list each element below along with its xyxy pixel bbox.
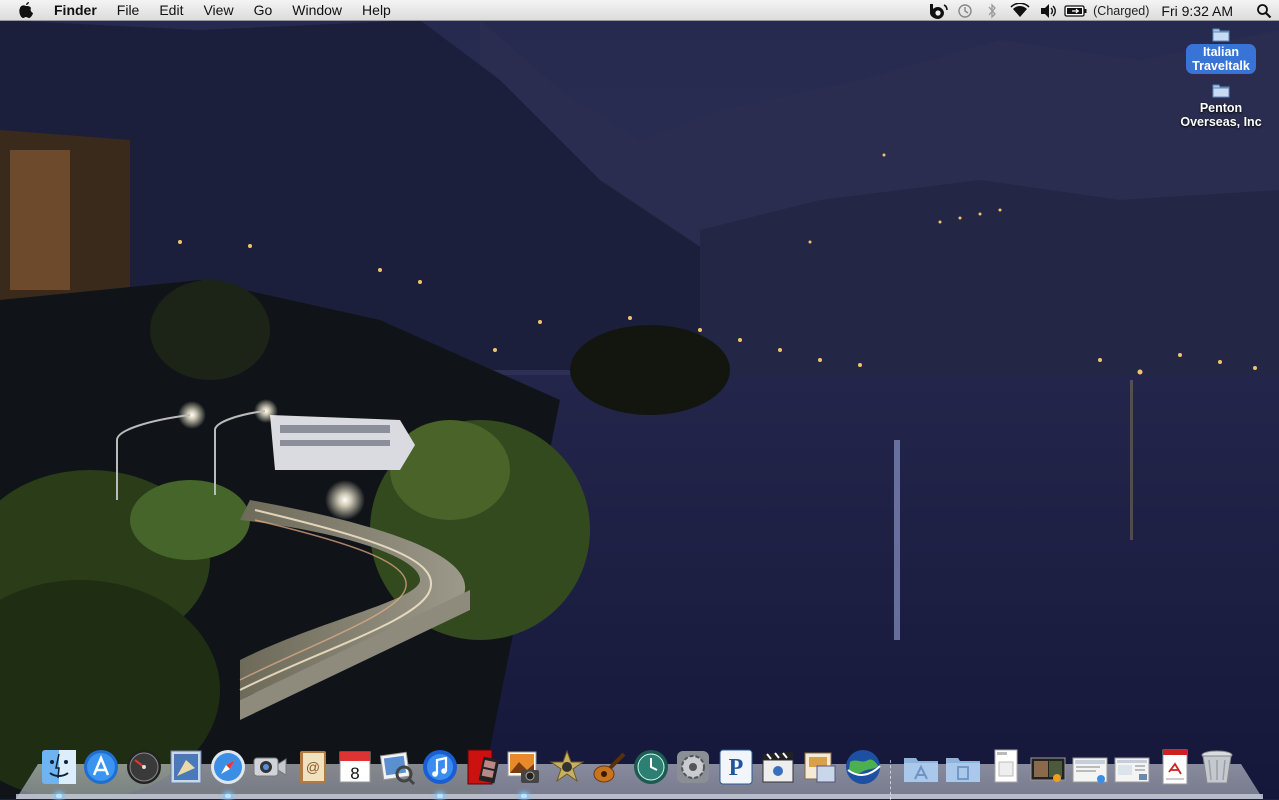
spotlight-search-icon[interactable] xyxy=(1249,0,1279,21)
desktop-folder-penton-overseas[interactable]: Penton Overseas, Inc xyxy=(1171,82,1271,130)
system-preferences-icon xyxy=(677,751,710,783)
dock-trash[interactable] xyxy=(1198,748,1236,786)
dock-finder[interactable] xyxy=(40,748,78,798)
bluetooth-menu-icon[interactable] xyxy=(979,0,1005,21)
menu-file[interactable]: File xyxy=(107,0,150,21)
svg-text:P: P xyxy=(728,755,743,781)
menu-clock[interactable]: Fri 9:32 AM xyxy=(1161,3,1233,19)
dock-separator xyxy=(886,746,896,800)
dock-ical[interactable]: 8 xyxy=(336,748,374,786)
dock-safari[interactable] xyxy=(209,748,247,798)
mail-icon xyxy=(170,750,202,784)
pdf-document-icon xyxy=(1162,749,1188,785)
dock-time-machine[interactable] xyxy=(632,748,670,786)
time-machine-menu-icon[interactable] xyxy=(951,0,979,21)
applications-folder-icon xyxy=(903,758,938,782)
dock-photo-stack[interactable] xyxy=(1029,748,1067,786)
google-earth-icon xyxy=(845,750,881,784)
menu-app-finder[interactable]: Finder xyxy=(52,0,107,21)
dock-garageband[interactable] xyxy=(590,748,628,786)
svg-text:@: @ xyxy=(306,759,320,775)
dock-itunes[interactable] xyxy=(421,748,459,798)
documents-folder-icon xyxy=(946,758,981,782)
document-stack-icon xyxy=(994,749,1018,783)
wifi-menu-icon[interactable] xyxy=(1005,0,1035,21)
screenshot-stack-icon xyxy=(1072,757,1108,783)
folder-icon xyxy=(1212,28,1230,42)
dock-iwork[interactable] xyxy=(801,748,839,786)
battery-menu-icon[interactable] xyxy=(1063,0,1089,21)
itunes-icon xyxy=(422,750,457,784)
iphoto-icon xyxy=(507,751,540,783)
folder-icon xyxy=(1212,84,1230,98)
photo-stack-icon xyxy=(1030,757,1066,782)
volume-menu-icon[interactable] xyxy=(1035,0,1063,21)
dock-screenshot-stack[interactable] xyxy=(1071,748,1109,786)
imovie-icon xyxy=(548,749,585,783)
app-store-icon xyxy=(84,750,119,784)
iwork-icon xyxy=(804,752,836,783)
garageband-icon xyxy=(593,752,626,783)
pandora-icon: P xyxy=(719,749,753,785)
dock-system-preferences[interactable] xyxy=(674,748,712,786)
menu-go[interactable]: Go xyxy=(244,0,283,21)
running-indicator xyxy=(521,794,528,798)
dock-imovie[interactable] xyxy=(548,748,586,786)
dock-photo-booth[interactable] xyxy=(463,748,501,786)
desktop-item-label: Italian Traveltalk xyxy=(1186,44,1256,74)
dock-pandora[interactable]: P xyxy=(717,748,755,786)
preview-icon xyxy=(380,751,416,786)
status-menus: (Charged) Fri 9:32 AM xyxy=(925,0,1279,21)
safari-icon xyxy=(211,750,246,784)
menu-help[interactable]: Help xyxy=(352,0,401,21)
dock: @ 8 P xyxy=(40,744,1240,800)
dock-documents-folder[interactable] xyxy=(944,748,982,786)
finder-icon xyxy=(42,750,76,784)
dock-shelf-edge xyxy=(16,794,1263,799)
desktop-folder-italian-traveltalk[interactable]: Italian Traveltalk xyxy=(1171,26,1271,74)
window-stack-icon xyxy=(1114,757,1150,783)
menu-bar: Finder File Edit View Go Window Help (Ch… xyxy=(0,0,1279,21)
running-indicator xyxy=(56,794,62,798)
dock-applications-folder[interactable] xyxy=(902,748,940,786)
svg-text:8: 8 xyxy=(350,764,359,783)
dock-app-store[interactable] xyxy=(82,748,120,786)
address-book-icon: @ xyxy=(299,751,326,783)
dock-document-stack[interactable] xyxy=(987,748,1025,786)
dock-final-cut[interactable] xyxy=(759,748,797,786)
menu-view[interactable]: View xyxy=(193,0,243,21)
ical-icon: 8 xyxy=(339,751,371,783)
time-machine-icon xyxy=(634,750,669,784)
dock-iphoto[interactable] xyxy=(505,748,543,798)
running-indicator xyxy=(436,794,443,798)
beats-menu-icon[interactable] xyxy=(925,0,951,21)
desktop-wallpaper xyxy=(0,0,1279,799)
dock-google-earth[interactable] xyxy=(844,748,882,786)
photo-booth-icon xyxy=(467,749,500,785)
dashboard-icon xyxy=(126,750,161,784)
dock-preview[interactable] xyxy=(378,748,416,786)
apple-menu-icon[interactable] xyxy=(18,0,38,21)
dock-window-stack[interactable] xyxy=(1113,748,1151,786)
battery-status-text[interactable]: (Charged) xyxy=(1093,4,1149,18)
facetime-icon xyxy=(253,757,287,777)
desktop-item-label: Penton Overseas, Inc xyxy=(1180,101,1262,129)
trash-icon xyxy=(1201,750,1233,784)
dock-facetime[interactable] xyxy=(251,748,289,786)
dock-address-book[interactable]: @ xyxy=(294,748,332,786)
dock-mail[interactable] xyxy=(167,748,205,786)
final-cut-icon xyxy=(762,752,794,783)
menu-window[interactable]: Window xyxy=(282,0,352,21)
dock-dashboard[interactable] xyxy=(125,748,163,786)
menu-edit[interactable]: Edit xyxy=(149,0,193,21)
dock-pdf-document[interactable] xyxy=(1156,748,1194,786)
running-indicator xyxy=(225,794,232,798)
